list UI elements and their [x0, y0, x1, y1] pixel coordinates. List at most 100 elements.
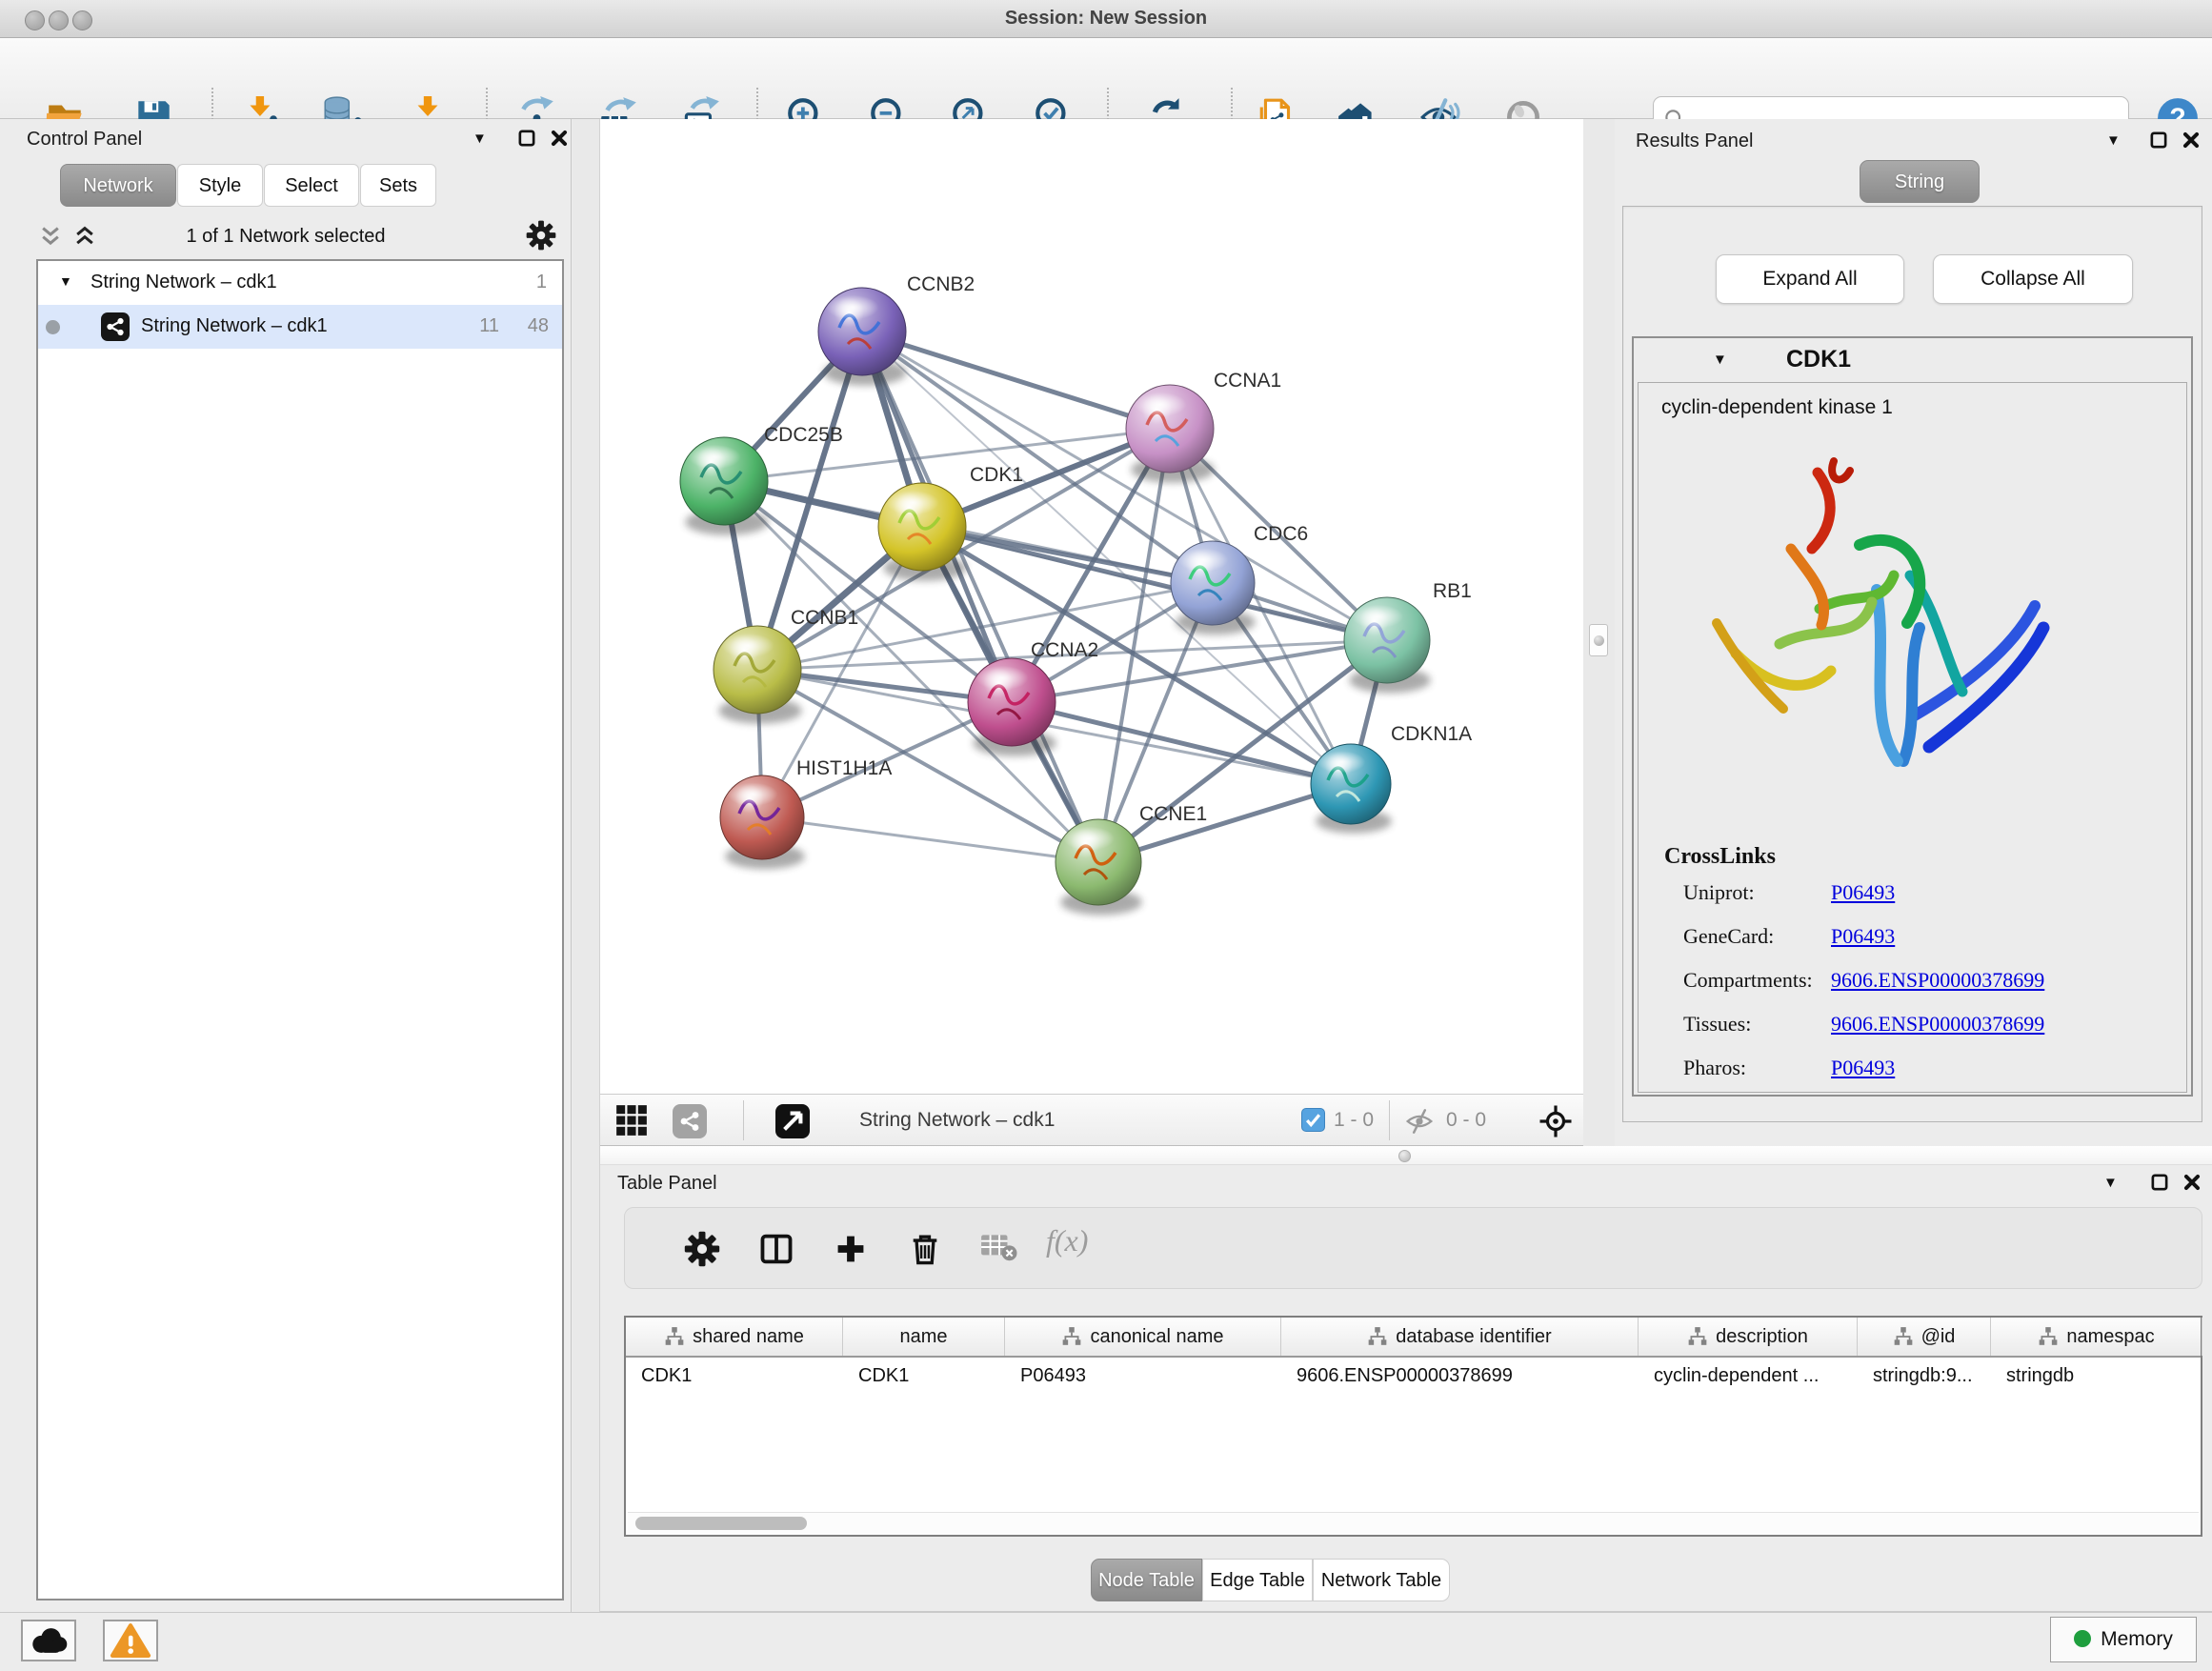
control-panel-close-icon[interactable] [549, 128, 570, 149]
table-horizontal-scrollbar[interactable] [628, 1512, 2199, 1533]
table-cell[interactable]: P06493 [1005, 1358, 1281, 1396]
string-results-box: Expand All Collapse All ▼ CDK1 cyclin-de… [1622, 206, 2202, 1122]
crosslink-link[interactable]: P06493 [1831, 1056, 1895, 1080]
network-canvas[interactable]: CCNB2CCNA1CDC25BCDK1CDC6RB1CCNB1CCNA2CDK… [600, 119, 1583, 1094]
node-table: shared namenamecanonical namedatabase id… [624, 1316, 2202, 1537]
results-panel: Results Panel ▼ String Expand All Collap… [1615, 119, 2212, 1146]
crosslink-label: Uniprot: [1683, 880, 1755, 904]
tab-edge-table[interactable]: Edge Table [1202, 1559, 1313, 1601]
control-panel-menu-icon[interactable]: ▼ [473, 131, 487, 147]
column-header-name[interactable]: name [843, 1318, 1005, 1356]
table-cell[interactable]: 9606.ENSP00000378699 [1281, 1358, 1639, 1396]
table-cell[interactable]: cyclin-dependent ... [1639, 1358, 1858, 1396]
collapse-all-button[interactable]: Collapse All [1933, 254, 2133, 304]
left-splitter[interactable] [573, 119, 600, 1612]
collapse-all-networks-icon[interactable] [72, 224, 97, 249]
crosslink-link[interactable]: 9606.ENSP00000378699 [1831, 968, 2044, 993]
status-bar: Memory [0, 1612, 2212, 1671]
node-label: CCNE1 [1139, 803, 1207, 825]
collection-expand-icon[interactable]: ▼ [59, 273, 72, 289]
warnings-button[interactable] [103, 1620, 158, 1661]
table-cell[interactable]: stringdb:9... [1858, 1358, 1991, 1396]
table-cell[interactable]: CDK1 [626, 1358, 843, 1396]
tab-select[interactable]: Select [264, 164, 359, 207]
column-header-shared-name[interactable]: shared name [626, 1318, 843, 1356]
table-panel-menu-icon[interactable]: ▼ [2103, 1175, 2118, 1191]
network-edge-count: 48 [528, 315, 549, 337]
network-status-dot [46, 320, 60, 334]
open-view-in-window-icon[interactable] [775, 1104, 810, 1138]
column-header-description[interactable]: description [1639, 1318, 1858, 1356]
crosslink-link[interactable]: P06493 [1831, 880, 1895, 905]
node-label: HIST1H1A [796, 757, 892, 779]
scrollbar-thumb[interactable] [635, 1517, 807, 1530]
network-collection-row[interactable]: ▼ String Network – cdk1 1 [38, 261, 562, 305]
show-columns-icon[interactable] [758, 1231, 794, 1267]
results-panel-float-icon[interactable] [2148, 130, 2169, 151]
expand-all-button[interactable]: Expand All [1716, 254, 1904, 304]
string-panel-toggle-icon[interactable] [673, 1104, 707, 1138]
tab-node-table[interactable]: Node Table [1091, 1559, 1202, 1601]
node-label: RB1 [1433, 580, 1472, 602]
cloud-button[interactable] [21, 1620, 76, 1661]
crosslink-link[interactable]: P06493 [1831, 924, 1895, 949]
network-column-icon [1687, 1326, 1708, 1347]
splitter-collapse-handle[interactable] [1589, 624, 1608, 656]
tab-network-table[interactable]: Network Table [1313, 1559, 1450, 1601]
protein-structure-image [1677, 433, 2077, 814]
node-label: CCNB2 [907, 273, 975, 295]
results-panel-close-icon[interactable] [2181, 130, 2202, 151]
table-cell[interactable]: CDK1 [843, 1358, 1005, 1396]
fit-selected-crosshair-icon[interactable] [1538, 1104, 1573, 1138]
network-row-selected[interactable]: String Network – cdk1 11 48 [38, 305, 562, 349]
column-header--id[interactable]: @id [1858, 1318, 1991, 1356]
network-edges [724, 332, 1387, 862]
network-edge[interactable] [862, 332, 1170, 429]
gene-collapse-icon[interactable]: ▼ [1713, 352, 1727, 368]
results-panel-menu-icon[interactable]: ▼ [2106, 132, 2121, 149]
tab-network[interactable]: Network [60, 164, 176, 207]
network-node-CCNB2[interactable]: CCNB2 [818, 273, 975, 386]
splitter-handle-dot[interactable] [1398, 1150, 1411, 1162]
collection-count: 1 [536, 272, 547, 293]
gene-details: cyclin-dependent kinase 1 [1638, 382, 2187, 1093]
tab-sets[interactable]: Sets [360, 164, 436, 207]
table-row[interactable]: CDK1CDK1P064939606.ENSP00000378699cyclin… [626, 1358, 2201, 1396]
network-edge[interactable] [1012, 702, 1351, 784]
delete-column-icon[interactable] [907, 1231, 943, 1267]
network-node-CDK1[interactable]: CDK1 [878, 464, 1023, 581]
selected-nodes-checkbox[interactable] [1301, 1108, 1325, 1132]
main-toolbar: ? [0, 38, 2212, 119]
column-header-canonical-name[interactable]: canonical name [1005, 1318, 1281, 1356]
network-edge[interactable] [762, 817, 1098, 862]
network-node-RB1[interactable]: RB1 [1344, 580, 1472, 694]
right-splitter[interactable] [1583, 119, 1615, 1146]
network-node-CDKN1A[interactable]: CDKN1A [1311, 723, 1472, 834]
table-panel-close-icon[interactable] [2182, 1172, 2202, 1193]
add-column-icon[interactable] [833, 1231, 869, 1267]
column-header-namespac[interactable]: namespac [1991, 1318, 2202, 1356]
tab-style[interactable]: Style [177, 164, 263, 207]
birds-eye-view-icon[interactable] [615, 1104, 650, 1138]
results-panel-title: Results Panel [1636, 131, 1753, 152]
control-panel-float-icon[interactable] [516, 128, 537, 149]
network-node-HIST1H1A[interactable]: HIST1H1A [720, 757, 892, 869]
window-title: Session: New Session [0, 8, 2212, 30]
table-settings-gear-icon[interactable] [684, 1231, 720, 1267]
table-panel-float-icon[interactable] [2149, 1172, 2170, 1193]
column-header-database-identifier[interactable]: database identifier [1281, 1318, 1639, 1356]
table-header-row: shared namenamecanonical namedatabase id… [626, 1318, 2201, 1358]
hidden-elements-icon [1404, 1106, 1438, 1140]
horizontal-splitter[interactable] [600, 1146, 2212, 1165]
network-options-gear-icon[interactable] [526, 220, 556, 251]
network-edge[interactable] [862, 332, 1387, 640]
network-column-icon [1367, 1326, 1388, 1347]
gene-section: ▼ CDK1 cyclin-dependent kinase 1 [1632, 336, 2193, 1097]
memory-button[interactable]: Memory [2050, 1617, 2197, 1662]
network-node-CCNA1[interactable]: CCNA1 [1126, 370, 1281, 483]
crosslink-link[interactable]: 9606.ENSP00000378699 [1831, 1012, 2044, 1037]
table-cell[interactable]: stringdb [1991, 1358, 2202, 1396]
expand-all-networks-icon[interactable] [38, 224, 63, 249]
network-edge[interactable] [862, 332, 1098, 862]
tab-string[interactable]: String [1860, 160, 1980, 203]
